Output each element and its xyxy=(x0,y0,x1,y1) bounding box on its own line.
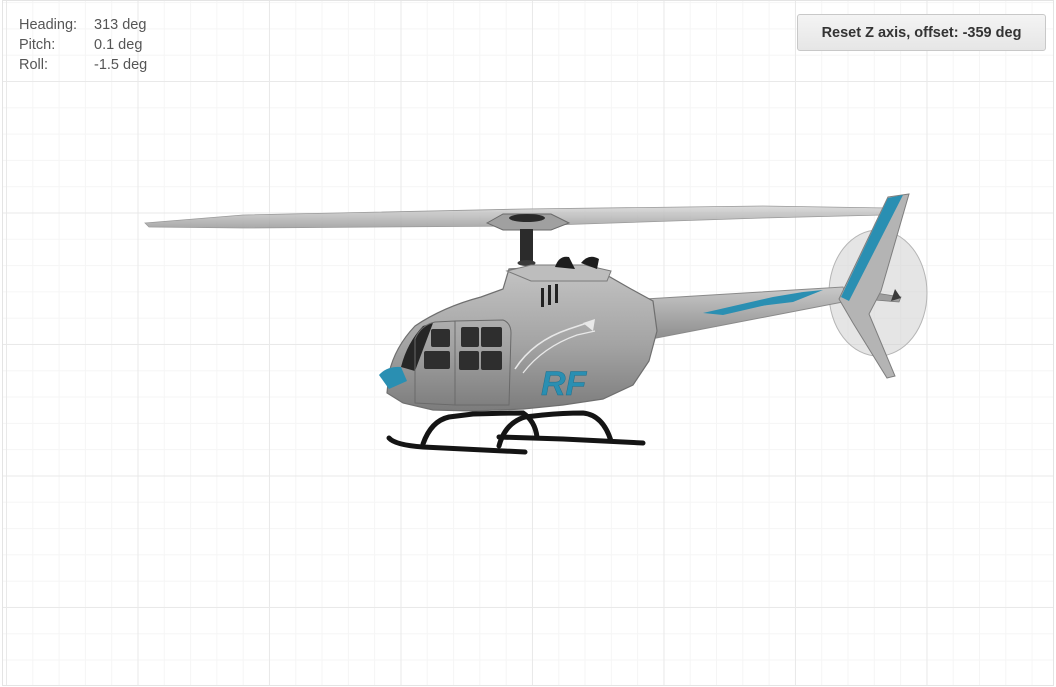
window-rear-upper-right xyxy=(481,327,502,347)
window-rear-upper-left xyxy=(461,327,479,347)
window-rear-lower-left xyxy=(459,351,479,370)
helicopter-model: RF xyxy=(144,193,928,455)
fuselage xyxy=(386,265,658,412)
window-front-lower xyxy=(424,351,450,369)
3d-viewport[interactable]: Heading: 313 deg Pitch: 0.1 deg Roll: -1… xyxy=(2,0,1054,686)
window-front-upper xyxy=(431,329,450,347)
landing-gear xyxy=(386,410,646,455)
rotor-mast xyxy=(520,229,533,263)
window-rear-lower-right xyxy=(481,351,502,370)
rotor-cap xyxy=(509,214,545,222)
exhaust xyxy=(555,256,575,269)
rf-logo: RF xyxy=(541,365,588,403)
tail-boom xyxy=(644,286,849,340)
